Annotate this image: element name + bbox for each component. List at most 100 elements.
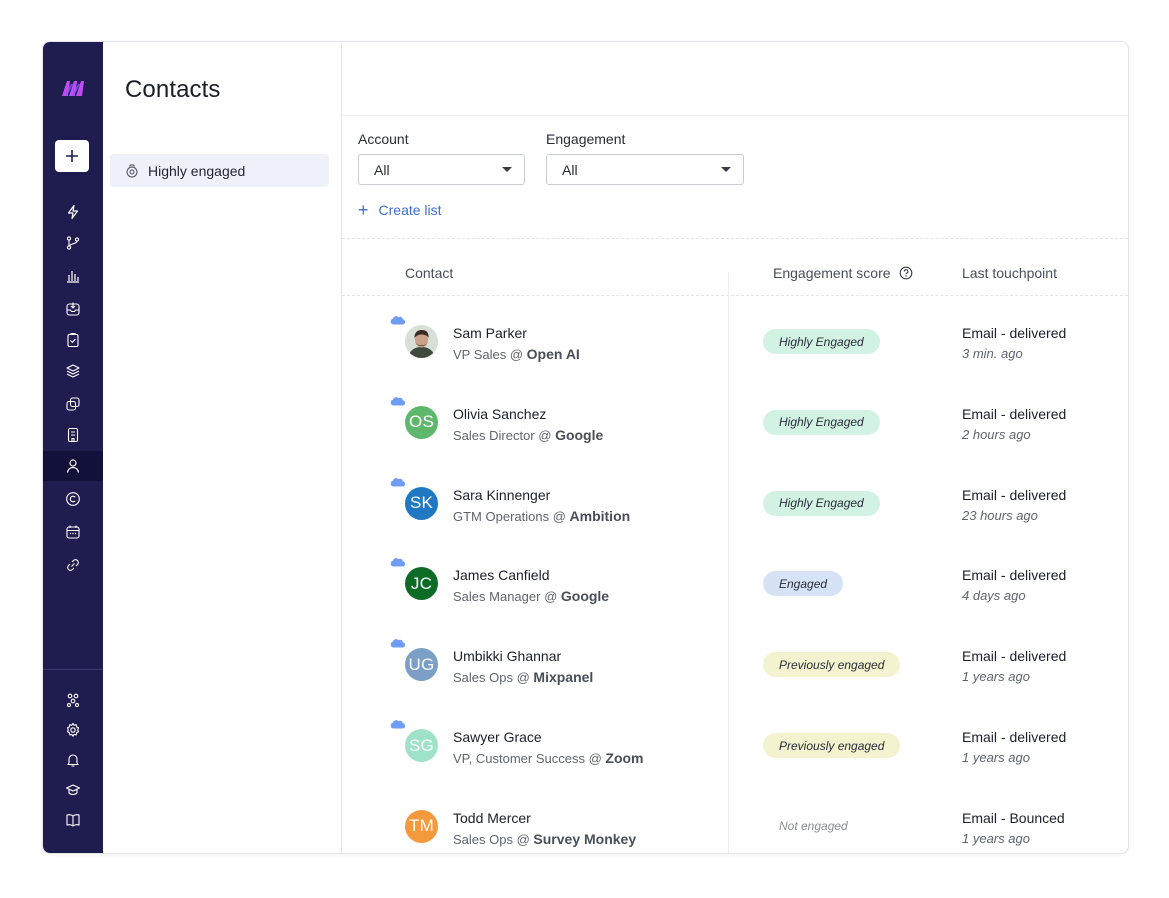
contact-title: VP Sales @ Open AI [453, 346, 580, 362]
main-content: Account All Engagement All + Create list… [342, 42, 1128, 853]
rail-item-lightning[interactable] [43, 197, 103, 227]
contact-role: Sales Ops [453, 831, 513, 847]
engagement-badge: Highly Engaged [763, 409, 880, 435]
contact-name[interactable]: Sawyer Grace [453, 729, 542, 745]
contact-title: VP, Customer Success @ Zoom [453, 750, 644, 766]
at-symbol: @ [534, 427, 556, 443]
graduation-cap-icon [65, 784, 81, 796]
column-header-engagement-score[interactable]: Engagement score [773, 265, 913, 281]
column-header-label: Engagement score [773, 265, 891, 281]
contact-name[interactable]: Todd Mercer [453, 810, 531, 826]
table-row[interactable]: SK Sara Kinnenger GTM Operations @ Ambitio… [342, 466, 1128, 547]
rail-item-contacts[interactable] [43, 451, 103, 481]
touchpoint-time: 1 years ago [962, 830, 1030, 846]
engagement-badge: Highly Engaged [763, 490, 880, 516]
plus-icon [66, 150, 78, 162]
column-header-contact[interactable]: Contact [405, 265, 453, 281]
avatar[interactable]: SG [405, 729, 438, 762]
contact-company[interactable]: Google [561, 588, 609, 604]
copy-icon [66, 397, 80, 411]
layers-icon [66, 364, 80, 378]
at-symbol: @ [540, 589, 561, 605]
touchpoint-type: Email - delivered [962, 405, 1067, 422]
rail-item-docs[interactable] [43, 805, 103, 835]
rail-item-links[interactable] [43, 550, 103, 580]
contact-title: Sales Ops @ Survey Monkey [453, 831, 636, 847]
avatar[interactable]: TM [405, 809, 438, 843]
table-row[interactable]: OS Olivia Sanchez Sales Director @ Google H… [342, 385, 1128, 466]
salesforce-cloud-icon [390, 639, 405, 648]
left-rail [43, 42, 103, 853]
contact-company[interactable]: Mixpanel [533, 669, 593, 685]
settings-icon [66, 722, 80, 737]
contact-name[interactable]: Olivia Sanchez [453, 406, 546, 422]
avatar[interactable] [405, 325, 438, 358]
add-button[interactable] [55, 140, 89, 172]
contact-company[interactable]: Zoom [605, 750, 643, 766]
contact-company[interactable]: Google [555, 427, 603, 443]
avatar[interactable]: UG [405, 648, 438, 682]
contact-role: VP Sales [453, 347, 507, 362]
engagement-select[interactable]: All [546, 154, 744, 185]
help-icon[interactable] [899, 266, 913, 280]
rail-item-layers[interactable] [43, 356, 103, 386]
rail-item-tasks[interactable] [43, 325, 103, 355]
engagement-badge: Not engaged [779, 819, 848, 834]
rail-item-org[interactable] [43, 685, 103, 715]
at-symbol: @ [512, 670, 534, 686]
rail-item-notifications[interactable] [43, 745, 103, 775]
app-window: Contacts Highly engaged Account All Enga… [42, 41, 1129, 854]
contact-name[interactable]: Umbikki Ghannar [453, 648, 561, 664]
contact-name[interactable]: Sara Kinnenger [453, 487, 550, 503]
table-row[interactable]: SG Sawyer Grace VP, Customer Success @ Zoo… [342, 708, 1128, 789]
avatar[interactable]: SK [405, 486, 438, 520]
table-row[interactable]: JC James Canfield Sales Manager @ Google En… [342, 546, 1128, 627]
rail-item-accounts[interactable] [43, 420, 103, 450]
rail-item-calendar[interactable] [43, 517, 103, 547]
touchpoint-type: Email - delivered [962, 729, 1067, 745]
link-icon [67, 559, 79, 571]
person-icon [66, 459, 80, 473]
contact-company[interactable]: Open AI [527, 346, 580, 362]
avatar[interactable]: OS [405, 405, 438, 439]
rail-item-academy[interactable] [43, 775, 103, 805]
avatar[interactable]: JC [405, 567, 438, 601]
table-row[interactable]: TM Todd Mercer Sales Ops @ Survey Monkey No… [342, 789, 1128, 853]
column-header-last-touchpoint[interactable]: Last touchpoint [962, 265, 1057, 281]
list-badge-icon [125, 164, 139, 178]
account-select[interactable]: All [358, 154, 525, 185]
touchpoint-type: Email - Bounced [962, 809, 1065, 826]
app-logo-icon[interactable] [60, 78, 86, 98]
contact-name[interactable]: James Canfield [453, 567, 550, 583]
contact-role: VP, Customer Success [453, 751, 585, 766]
table-row[interactable]: UG Umbikki Ghannar Sales Ops @ Mixpanel Pre… [342, 627, 1128, 708]
table-row[interactable]: Sam Parker VP Sales @ Open AI Highly Engag… [342, 304, 1128, 385]
touchpoint-time: 1 years ago [962, 669, 1030, 685]
rail-item-settings[interactable] [43, 715, 103, 745]
rail-item-copyright[interactable] [43, 484, 103, 514]
touchpoint-type: Email - delivered [962, 486, 1067, 503]
create-list-button[interactable]: + Create list [358, 200, 442, 220]
engagement-badge: Engaged [763, 571, 844, 597]
rail-item-branch[interactable] [43, 228, 103, 258]
rail-item-copy[interactable] [43, 389, 103, 419]
at-symbol: @ [506, 347, 527, 362]
at-symbol: @ [584, 751, 606, 766]
copyright-icon [66, 492, 80, 506]
touchpoint-time: 3 min. ago [962, 346, 1023, 361]
rail-item-analytics[interactable] [43, 261, 103, 291]
salesforce-cloud-icon [390, 316, 405, 325]
contact-company[interactable]: Survey Monkey [533, 831, 636, 847]
rail-item-inbox[interactable] [43, 294, 103, 324]
subnav-item-highly-engaged[interactable]: Highly engaged [110, 154, 329, 187]
contact-name[interactable]: Sam Parker [453, 325, 527, 341]
contact-company[interactable]: Ambition [570, 508, 631, 524]
avatar-photo [405, 325, 438, 358]
account-filter-label: Account [358, 131, 409, 147]
create-list-label: Create list [378, 202, 442, 218]
engagement-badge: Highly Engaged [763, 329, 880, 354]
contact-role: GTM Operations [453, 508, 550, 524]
plus-icon: + [358, 200, 369, 220]
salesforce-cloud-icon [390, 720, 405, 729]
engagement-filter-label: Engagement [546, 131, 626, 147]
